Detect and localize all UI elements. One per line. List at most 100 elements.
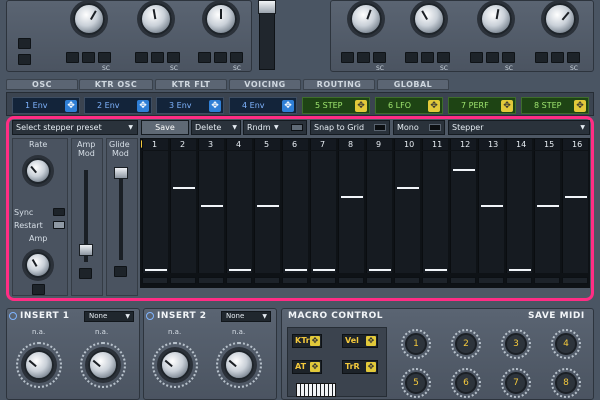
step-value-bar[interactable] [145, 269, 167, 271]
top-btn-g3[interactable] [567, 52, 580, 63]
step-column-4[interactable] [226, 151, 252, 273]
macro-knob-8[interactable]: 8 [555, 372, 577, 394]
move-icon[interactable]: ✥ [501, 100, 513, 112]
insert1-knob-2[interactable] [88, 350, 118, 380]
step-column-16[interactable] [562, 151, 588, 273]
glide-mod-slider-handle[interactable] [114, 167, 128, 179]
mod-slot-2[interactable]: 2 Env ✥ [84, 97, 152, 114]
step-column-5[interactable] [254, 151, 280, 273]
top-btn-b2[interactable] [151, 52, 164, 63]
step-column-13[interactable] [478, 151, 504, 273]
step-column-12[interactable] [450, 151, 476, 273]
step-gate-6[interactable] [282, 277, 308, 284]
top-btn-g2[interactable] [551, 52, 564, 63]
amp-mod-slider-handle[interactable] [79, 244, 93, 256]
insert1-preset[interactable]: None ▼ [84, 311, 134, 322]
top-btn-c3[interactable] [230, 52, 243, 63]
top-knob-4[interactable] [350, 3, 382, 35]
step-gate-13[interactable] [478, 277, 504, 284]
top-btn-b3[interactable] [167, 52, 180, 63]
mod-slot-4[interactable]: 4 Env ✥ [229, 97, 297, 114]
step-column-14[interactable] [506, 151, 532, 273]
macro-knob-3[interactable]: 3 [505, 333, 527, 355]
top-knob-1[interactable] [73, 3, 105, 35]
step-gate-1[interactable] [142, 277, 168, 284]
mod-slot-7[interactable]: 7 PERF ✥ [448, 97, 516, 114]
step-gate-11[interactable] [422, 277, 448, 284]
top-btn-a2[interactable] [82, 52, 95, 63]
insert2-knob-2[interactable] [224, 350, 254, 380]
step-gate-14[interactable] [506, 277, 532, 284]
step-value-bar[interactable] [565, 196, 587, 199]
insert1-knob-1[interactable] [24, 350, 54, 380]
step-gate-2[interactable] [170, 277, 196, 284]
top-sc-btn-2[interactable] [18, 54, 31, 65]
step-column-1[interactable] [142, 151, 168, 273]
save-button[interactable]: Save [141, 120, 189, 135]
rate-knob[interactable] [25, 158, 51, 184]
macro-knob-4[interactable]: 4 [555, 333, 577, 355]
save-midi-button[interactable]: SAVE MIDI [528, 311, 585, 321]
top-btn-e2[interactable] [421, 52, 434, 63]
step-value-bar[interactable] [313, 269, 335, 271]
top-btn-e1[interactable] [405, 52, 418, 63]
top-btn-g1[interactable] [535, 52, 548, 63]
tab-ktr-flt[interactable]: KTR FLT [155, 79, 227, 90]
tab-osc[interactable]: OSC [6, 79, 78, 90]
top-btn-f2[interactable] [486, 52, 499, 63]
top-btn-f3[interactable] [502, 52, 515, 63]
macro-knob-7[interactable]: 7 [505, 372, 527, 394]
macro-tag-trr[interactable]: TrR ✥ [342, 360, 378, 374]
step-value-bar[interactable] [229, 269, 251, 271]
macro-tag-vel[interactable]: Vel ✥ [342, 334, 378, 348]
macro-tag-at[interactable]: AT ✥ [292, 360, 322, 374]
step-gate-12[interactable] [450, 277, 476, 284]
step-value-bar[interactable] [341, 196, 363, 199]
top-knob-7[interactable] [544, 3, 576, 35]
mod-slot-5[interactable]: 5 STEP ✥ [302, 97, 370, 114]
step-gate-8[interactable] [338, 277, 364, 284]
step-gate-16[interactable] [562, 277, 588, 284]
step-value-bar[interactable] [453, 168, 475, 171]
step-gate-3[interactable] [198, 277, 224, 284]
move-icon[interactable]: ✥ [355, 100, 367, 112]
mod-slot-3[interactable]: 3 Env ✥ [156, 97, 224, 114]
move-icon[interactable]: ✥ [137, 100, 149, 112]
macro-knob-2[interactable]: 2 [455, 333, 477, 355]
step-column-6[interactable] [282, 151, 308, 273]
amp-knob[interactable] [25, 252, 51, 278]
glide-mod-slider-track[interactable] [119, 168, 123, 260]
mod-slot-6[interactable]: 6 LFO ✥ [375, 97, 443, 114]
top-btn-e3[interactable] [437, 52, 450, 63]
macro-tag-ktr[interactable]: KTr ✥ [292, 334, 322, 348]
step-value-bar[interactable] [537, 205, 559, 208]
mono-checkbox[interactable] [429, 124, 441, 131]
move-icon[interactable]: ✥ [65, 100, 77, 112]
step-column-3[interactable] [198, 151, 224, 273]
power-icon[interactable] [9, 312, 17, 320]
move-icon[interactable]: ✥ [209, 100, 221, 112]
step-column-2[interactable] [170, 151, 196, 273]
top-btn-c2[interactable] [214, 52, 227, 63]
top-knob-6[interactable] [480, 3, 512, 35]
step-column-15[interactable] [534, 151, 560, 273]
tab-ktr-osc[interactable]: KTR OSC [79, 79, 153, 90]
amp-mod-btn[interactable] [79, 268, 92, 279]
step-column-9[interactable] [366, 151, 392, 273]
move-icon[interactable]: ✥ [574, 100, 586, 112]
insert2-knob-1[interactable] [160, 350, 190, 380]
top-knob-3[interactable] [205, 3, 237, 35]
restart-toggle[interactable] [53, 221, 65, 229]
glide-mod-btn[interactable] [114, 266, 127, 277]
step-value-bar[interactable] [201, 205, 223, 208]
top-sc-btn-1[interactable] [18, 38, 31, 49]
preset-dropdown[interactable]: Select stepper preset ▼ [12, 120, 138, 135]
step-value-bar[interactable] [369, 269, 391, 271]
top-btn-d3[interactable] [373, 52, 386, 63]
step-gate-10[interactable] [394, 277, 420, 284]
power-icon[interactable] [146, 312, 154, 320]
mod-slot-1[interactable]: 1 Env ✥ [12, 97, 80, 114]
mod-slot-8[interactable]: 8 STEP ✥ [521, 97, 589, 114]
tab-routing[interactable]: ROUTING [303, 79, 375, 90]
step-gate-15[interactable] [534, 277, 560, 284]
